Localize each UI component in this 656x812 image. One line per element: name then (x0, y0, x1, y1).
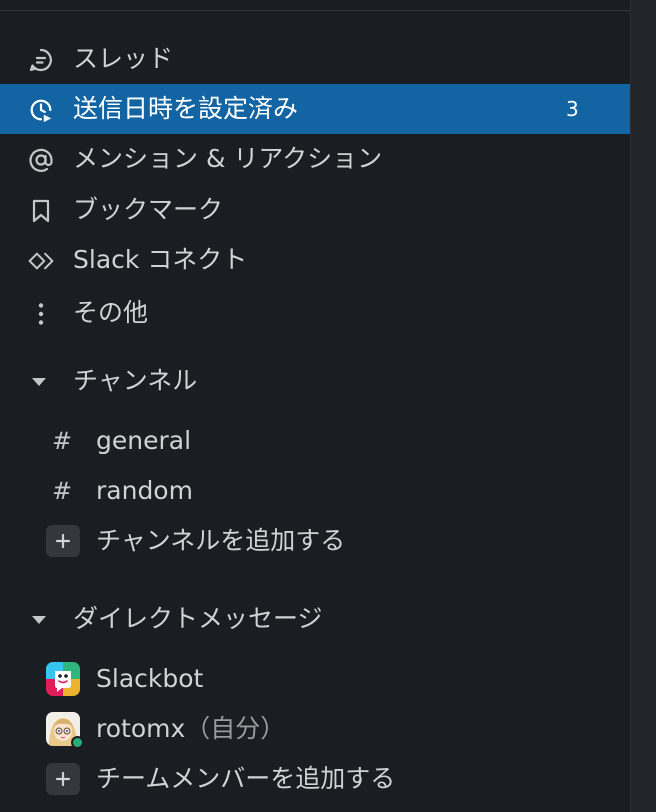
channel-name: random (96, 476, 193, 505)
at-sign-icon (28, 147, 54, 173)
bookmark-icon (28, 198, 54, 224)
channels-header-label: チャンネル (73, 366, 198, 395)
nav-mentions[interactable]: メンション & リアクション (0, 134, 630, 184)
scheduled-count-badge: 3 (566, 97, 579, 121)
slack-connect-icon (28, 248, 54, 274)
nav-bookmarks-label: ブックマーク (73, 195, 224, 224)
caret-down-icon[interactable] (32, 616, 46, 624)
add-channel-label: チャンネルを追加する (96, 526, 346, 555)
sidebar: スレッド 送信日時を設定済み 3 メンション & リアクション ブックマーク S… (0, 0, 630, 812)
nav-scheduled[interactable]: 送信日時を設定済み 3 (0, 84, 630, 134)
plus-icon (46, 763, 80, 795)
dm-name: rotomx（自分） (96, 714, 286, 743)
add-teammates-button[interactable]: チームメンバーを追加する (0, 754, 630, 804)
dm-section-header[interactable]: ダイレクトメッセージ (0, 594, 630, 644)
message-pane-edge (630, 0, 656, 812)
dm-item-slackbot[interactable]: Slackbot (0, 654, 630, 704)
channel-item-general[interactable]: # general (0, 416, 630, 466)
plus-icon (46, 525, 80, 557)
nav-threads[interactable]: スレッド (0, 34, 630, 84)
channel-item-random[interactable]: # random (0, 466, 630, 516)
nav-more-label: その他 (73, 298, 149, 327)
dm-item-rotomx[interactable]: rotomx（自分） (0, 704, 630, 754)
hash-icon: # (52, 477, 73, 505)
dm-name: Slackbot (96, 664, 204, 693)
slackbot-avatar (46, 662, 80, 696)
add-teammates-label: チームメンバーを追加する (96, 764, 396, 793)
nav-scheduled-label: 送信日時を設定済み (73, 94, 299, 123)
nav-more[interactable]: その他 (0, 288, 630, 338)
nav-slack-connect-label: Slack コネクト (73, 245, 248, 274)
dm-header-label: ダイレクトメッセージ (73, 604, 323, 633)
presence-online-indicator (71, 736, 84, 749)
nav-mentions-label: メンション & リアクション (73, 144, 383, 173)
scheduled-clock-icon (28, 97, 54, 123)
nav-slack-connect[interactable]: Slack コネクト (0, 235, 630, 285)
threads-icon (28, 47, 54, 73)
hash-icon: # (52, 427, 73, 455)
channels-section-header[interactable]: チャンネル (0, 356, 630, 406)
top-divider (0, 10, 630, 11)
add-channel-button[interactable]: チャンネルを追加する (0, 516, 630, 566)
self-tag: （自分） (185, 714, 286, 743)
nav-threads-label: スレッド (73, 44, 174, 73)
nav-bookmarks[interactable]: ブックマーク (0, 185, 630, 235)
more-vertical-icon (28, 301, 54, 327)
caret-down-icon[interactable] (32, 378, 46, 386)
channel-name: general (96, 426, 192, 455)
